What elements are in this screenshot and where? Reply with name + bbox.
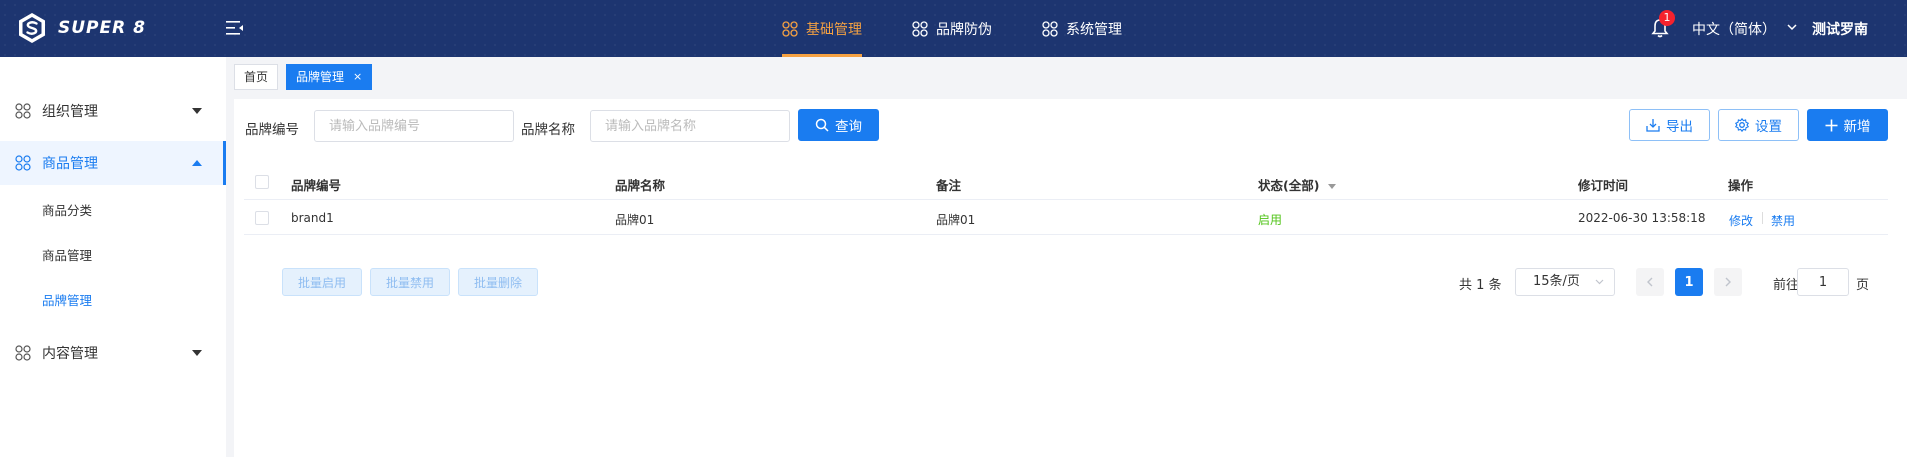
tab-label: 首页 bbox=[244, 70, 269, 84]
settings-button[interactable]: 设置 bbox=[1718, 109, 1799, 141]
top-navbar: SUPER 8 基础管理 品牌防伪 系统管理 1 中文（简体） 测试罗南 bbox=[0, 0, 1907, 57]
cell-status: 启用 bbox=[1258, 213, 1283, 227]
prev-page-button[interactable] bbox=[1636, 268, 1664, 296]
page-tabs: 首页 品牌管理 × bbox=[234, 64, 380, 90]
search-icon bbox=[815, 118, 829, 132]
export-button[interactable]: 导出 bbox=[1629, 109, 1710, 141]
menu-toggle-icon[interactable] bbox=[226, 20, 244, 36]
logo-icon bbox=[19, 13, 45, 43]
sidebar-group-label: 商品管理 bbox=[42, 156, 98, 172]
tab-label: 品牌管理 bbox=[296, 70, 345, 84]
app-name: SUPER 8 bbox=[58, 18, 146, 38]
sidebar: 组织管理 商品管理 商品分类 商品管理 品牌管理 内容管理 bbox=[0, 57, 226, 457]
language-selector[interactable]: 中文（简体） bbox=[1692, 19, 1776, 39]
nav-item-system[interactable]: 系统管理 bbox=[1042, 0, 1122, 57]
table-panel bbox=[234, 155, 1907, 457]
next-page-button[interactable] bbox=[1714, 268, 1742, 296]
grid-icon bbox=[912, 20, 928, 37]
sidebar-group-label: 内容管理 bbox=[42, 346, 98, 362]
query-button-label: 查询 bbox=[835, 119, 862, 135]
header-divider bbox=[244, 199, 1888, 200]
plus-icon bbox=[1825, 119, 1837, 131]
cell-name: 品牌01 bbox=[615, 213, 655, 227]
column-header-code: 品牌编号 bbox=[291, 178, 342, 193]
query-button[interactable]: 查询 bbox=[798, 109, 879, 141]
chevron-down-icon[interactable] bbox=[1787, 24, 1797, 31]
column-header-status-label: 状态(全部) bbox=[1258, 178, 1320, 193]
brand-code-input[interactable] bbox=[314, 110, 514, 142]
notification-badge: 1 bbox=[1659, 10, 1675, 26]
export-icon bbox=[1646, 119, 1660, 132]
page-size-select[interactable]: 15条/页 bbox=[1515, 268, 1615, 296]
grid-icon bbox=[15, 155, 31, 171]
batch-enable-button[interactable]: 批量启用 bbox=[282, 268, 362, 296]
batch-disable-button[interactable]: 批量禁用 bbox=[370, 268, 450, 296]
add-button-label: 新增 bbox=[1843, 119, 1871, 135]
chevron-right-icon bbox=[1725, 277, 1731, 287]
sidebar-item-product-category[interactable]: 商品分类 bbox=[42, 200, 92, 219]
caret-down-icon bbox=[192, 108, 202, 114]
tab-home[interactable]: 首页 bbox=[234, 64, 279, 90]
tab-brand-management[interactable]: 品牌管理 × bbox=[286, 64, 373, 90]
goto-page-input[interactable] bbox=[1797, 268, 1849, 296]
logo[interactable]: SUPER 8 bbox=[16, 12, 146, 44]
chevron-down-icon bbox=[1595, 279, 1604, 285]
sidebar-item-product-management[interactable]: 商品管理 bbox=[42, 245, 92, 264]
sidebar-item-brand-management[interactable]: 品牌管理 bbox=[42, 290, 92, 309]
chevron-left-icon bbox=[1647, 277, 1653, 287]
goto-suffix: 页 bbox=[1856, 278, 1870, 293]
user-name[interactable]: 测试罗南 bbox=[1812, 19, 1868, 39]
brand-name-label: 品牌名称 bbox=[521, 122, 575, 138]
close-icon[interactable]: × bbox=[353, 65, 362, 89]
column-header-status[interactable]: 状态(全部) bbox=[1258, 175, 1336, 194]
export-button-label: 导出 bbox=[1666, 119, 1693, 135]
batch-delete-button[interactable]: 批量删除 bbox=[458, 268, 538, 296]
row-checkbox[interactable] bbox=[255, 211, 269, 225]
column-header-remark: 备注 bbox=[936, 178, 962, 193]
pagination-total: 共 1 条 bbox=[1459, 278, 1502, 293]
grid-icon bbox=[15, 103, 31, 119]
grid-icon bbox=[1042, 20, 1058, 37]
nav-item-brand-anticounterfeit[interactable]: 品牌防伪 bbox=[912, 0, 992, 57]
column-header-name: 品牌名称 bbox=[615, 178, 666, 193]
column-header-actions: 操作 bbox=[1728, 178, 1754, 193]
brand-code-label: 品牌编号 bbox=[245, 122, 299, 138]
grid-icon bbox=[15, 345, 31, 361]
page-size-value: 15条/页 bbox=[1533, 274, 1580, 289]
edit-link[interactable]: 修改 bbox=[1729, 212, 1753, 229]
select-all-checkbox[interactable] bbox=[255, 175, 269, 189]
nav-item-label: 系统管理 bbox=[1066, 21, 1122, 38]
caret-up-icon bbox=[192, 160, 202, 166]
sidebar-group-label: 组织管理 bbox=[42, 104, 98, 120]
row-divider bbox=[244, 234, 1888, 235]
grid-icon bbox=[782, 20, 798, 37]
settings-button-label: 设置 bbox=[1755, 119, 1782, 135]
nav-item-basic[interactable]: 基础管理 bbox=[782, 0, 862, 57]
action-separator bbox=[1762, 212, 1763, 224]
disable-link[interactable]: 禁用 bbox=[1771, 212, 1795, 229]
sidebar-group-content[interactable]: 内容管理 bbox=[0, 331, 226, 375]
add-button[interactable]: 新增 bbox=[1807, 109, 1888, 141]
brand-name-input[interactable] bbox=[590, 110, 790, 142]
column-header-time: 修订时间 bbox=[1578, 178, 1629, 193]
cell-code: brand1 bbox=[291, 211, 334, 225]
sidebar-group-organization[interactable]: 组织管理 bbox=[0, 89, 226, 133]
goto-prefix: 前往 bbox=[1773, 278, 1800, 293]
nav-item-label: 品牌防伪 bbox=[936, 21, 992, 38]
sidebar-group-product[interactable]: 商品管理 bbox=[0, 141, 226, 185]
cell-time: 2022-06-30 13:58:18 bbox=[1578, 211, 1706, 225]
caret-down-icon bbox=[192, 350, 202, 356]
page-number-current[interactable]: 1 bbox=[1675, 268, 1703, 296]
cell-remark: 品牌01 bbox=[936, 213, 976, 227]
filter-caret-icon[interactable] bbox=[1327, 184, 1336, 189]
gear-icon bbox=[1735, 118, 1749, 132]
nav-item-label: 基础管理 bbox=[806, 21, 862, 38]
